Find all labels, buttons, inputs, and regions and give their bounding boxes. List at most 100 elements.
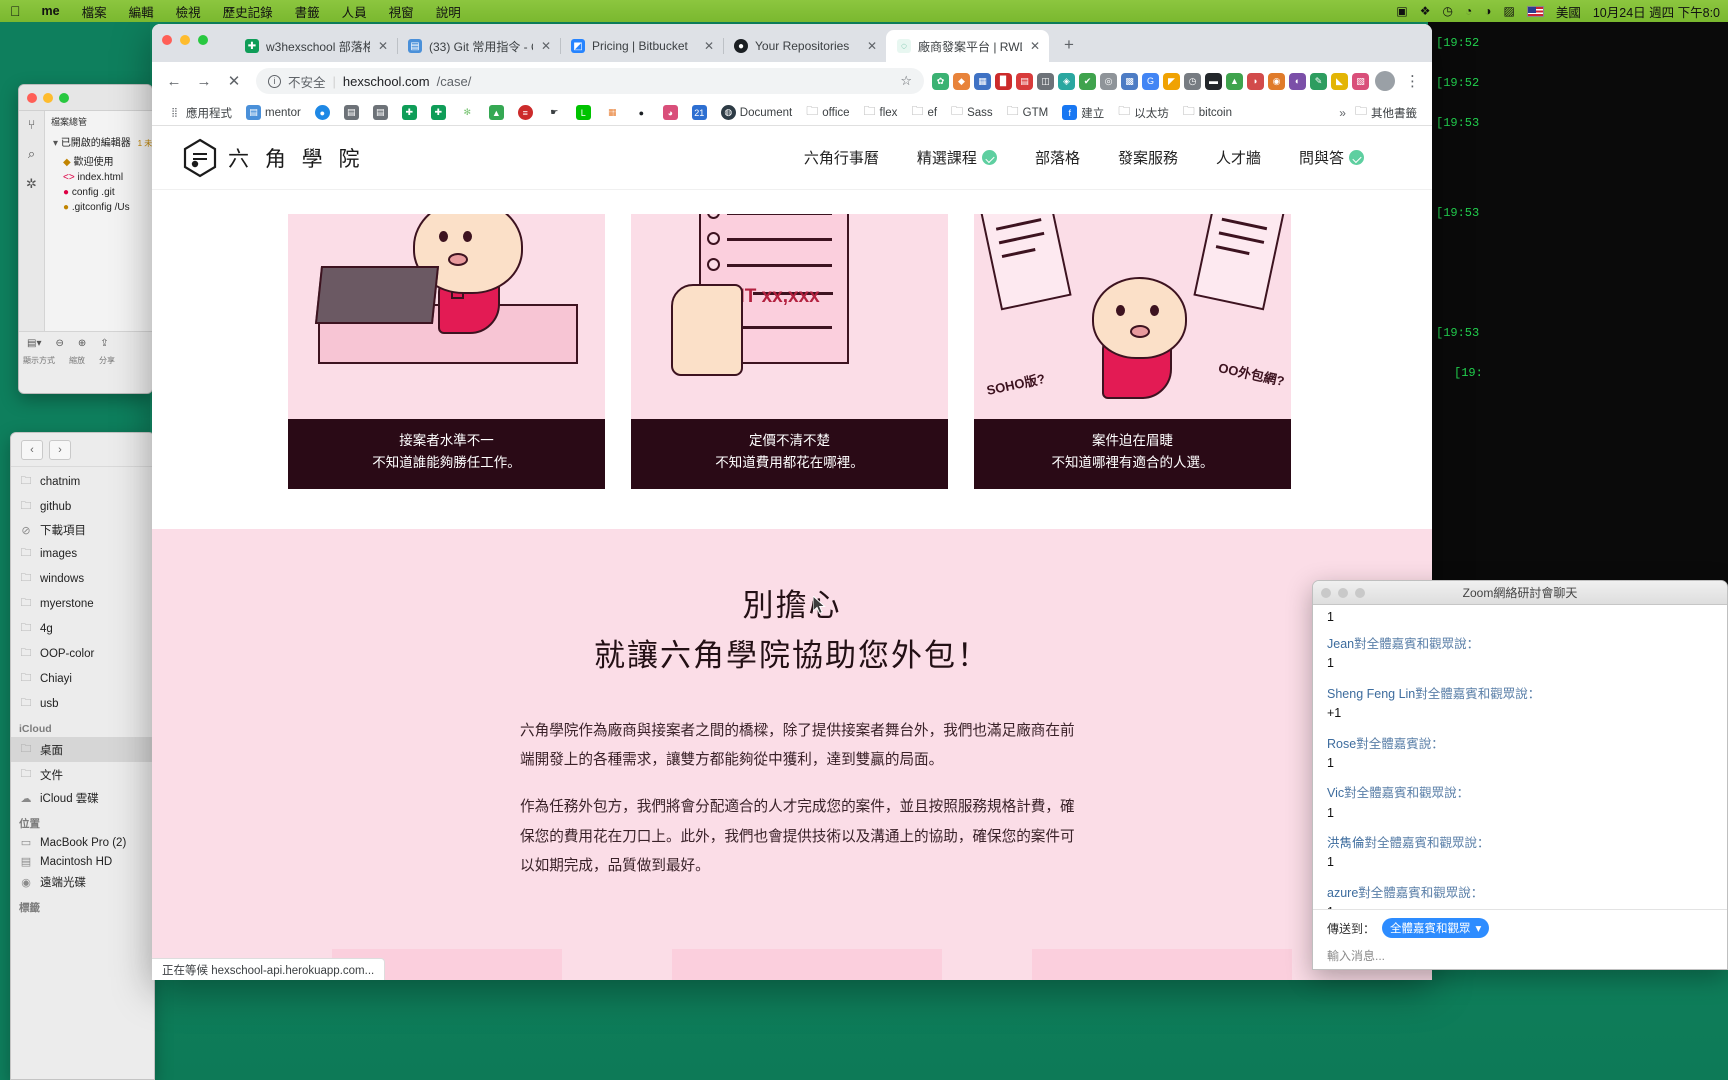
nav-item-calendar[interactable]: 六角行事曆 [804,147,879,168]
window-buttons[interactable] [162,35,208,45]
zoom-chat-footer[interactable]: 傳送到： 全體嘉賓和觀眾 ▾ 輸入消息... [1313,909,1727,969]
ext-leaf-icon[interactable]: ✔ [1079,72,1096,90]
view-mode-icon[interactable]: ▤▾ [27,338,41,349]
finder-item-documents[interactable]: 🗀 文件 [11,762,154,787]
explorer-file[interactable]: ◆ 歡迎使用 [45,151,152,170]
finder-item[interactable]: 🗀 images [11,541,154,566]
share-icon[interactable]: ⇪ [100,338,108,349]
ext-gray-icon[interactable]: ◫ [1037,72,1054,90]
editor-footer[interactable]: ▤▾ ⊖ ⊕ ⇪ 顯示方式 縮放 分享 [19,331,152,393]
bookmark-flex[interactable]: 🗀 flex [859,100,903,125]
menubar-item-file[interactable]: 檔案 [71,2,118,21]
ext-gtm-icon[interactable]: G [1142,72,1159,90]
browser-tab-4[interactable]: ● Your Repositories ✕ [723,30,887,62]
nav-item-qa[interactable]: 問與答 [1299,147,1364,168]
zoom-chat-window[interactable]: Zoom網絡研討會聊天 1 Jean對全體嘉賓和觀眾說： 1 Sheng Fen… [1312,580,1728,970]
tab-close-icon[interactable]: ✕ [540,39,552,53]
search-icon[interactable]: ⌕ [19,146,44,162]
ext-blue-icon[interactable]: ▦ [974,72,991,90]
bookmark-document[interactable]: ◍ Document [716,103,797,122]
zoom-out-icon[interactable]: ⊖ [55,338,63,349]
bookmark-messenger[interactable]: ● [310,103,335,122]
maximize-icon[interactable] [198,35,208,45]
ext-magnet-icon[interactable]: ◗ [1247,72,1264,90]
nav-item-courses[interactable]: 精選課程 [917,147,997,168]
bookmark-pinkbird[interactable]: ◕ [658,103,683,122]
browser-tab-5-active[interactable]: ◌ 廠商發案平台 | RWD 切版、API ✕ [886,30,1049,62]
close-icon[interactable] [27,92,37,103]
browser-tab-1[interactable]: ✚ w3hexschool 部落格團 - Googl ✕ [234,30,398,62]
ext-pen-icon[interactable]: ✎ [1310,72,1327,90]
bookmark-star-icon[interactable]: ☆ [900,73,912,89]
nav-item-talent-wall[interactable]: 人才牆 [1216,147,1261,168]
explorer-section[interactable]: ▾ 已開啟的編輯器 1 未儲 [45,132,152,151]
zoom-chat-messages[interactable]: 1 Jean對全體嘉賓和觀眾說： 1 Sheng Feng Lin對全體嘉賓和觀… [1313,605,1727,923]
finder-item[interactable]: 🗀 4g [11,616,154,641]
finder-item[interactable]: 🗀 Chiayi [11,666,154,691]
card-3[interactable]: SOHO版? OO外包網? 案件迫在眉睫 不知道哪裡有適合的人選。 [974,214,1291,489]
menubar-item-view[interactable]: 檢視 [165,2,212,21]
apple-icon[interactable]:  [10,3,21,19]
browser-tab-3[interactable]: ◩ Pricing | Bitbucket ✕ [560,30,724,62]
bookmark-sheets[interactable]: ✚ [397,103,422,122]
screen-share-icon[interactable]: ▣ [1396,4,1407,18]
time-machine-icon[interactable]: ◷ [1443,4,1453,18]
finder-item[interactable]: 🗀 myerstone [11,591,154,616]
minimize-icon[interactable] [43,92,53,103]
tab-strip[interactable]: ✚ w3hexschool 部落格團 - Googl ✕ ▤ (33) Git … [152,24,1432,62]
chrome-window[interactable]: ✚ w3hexschool 部落格團 - Googl ✕ ▤ (33) Git … [152,24,1432,980]
menubar-item-window[interactable]: 視窗 [378,2,425,21]
card-1[interactable]: 接案者水準不一 不知道誰能夠勝任工作。 [288,214,605,489]
bookmarks-overflow-icon[interactable]: » [1339,106,1346,120]
menubar-clock[interactable]: 10月24日 週四 下午8:0 [1593,2,1720,21]
flag-icon[interactable] [1526,5,1544,17]
finder-item-desktop[interactable]: 🗀 桌面 [11,737,154,762]
card-2[interactable]: NT xx,xxx 定價不清不楚 不知道費用都花在哪裡。 [631,214,948,489]
editor-window[interactable]: ⑂ ⌕ ✲ 檔案總管 ▾ 已開啟的編輯器 1 未儲 ◆ 歡迎使用 <> inde… [18,84,153,394]
bookmark-ethereum[interactable]: 🗀 以太坊 [1113,100,1174,125]
bookmark-pointer[interactable]: ☛ [542,103,567,122]
bookmark-gtm[interactable]: 🗀 GTM [1002,100,1054,125]
avatar[interactable] [1375,71,1395,91]
bookmark-mentor[interactable]: ▤ mentor [241,103,306,122]
ext-green-icon[interactable]: ✿ [932,72,949,90]
tab-close-icon[interactable]: ✕ [1029,39,1041,53]
bookmark-drive[interactable]: ▲ [484,103,509,122]
back-button[interactable]: ← [160,67,188,95]
forward-button[interactable]: › [49,439,71,460]
explorer-file[interactable]: <> index.html [45,170,152,185]
browser-toolbar[interactable]: ← → ✕ i 不安全 | hexschool.com/case/ ☆ ✿ ◆ … [152,62,1432,100]
source-control-icon[interactable]: ⑂ [19,117,44,132]
ext-teal-icon[interactable]: ◈ [1058,72,1075,90]
finder-item[interactable]: 🗀 windows [11,566,154,591]
explorer-file[interactable]: ● config .git [45,185,152,200]
finder-item[interactable]: 🗀 OOP-color [11,641,154,666]
bookmark-other[interactable]: 🗀 其他書籤 [1350,100,1422,125]
explorer-file[interactable]: ● .gitconfig /Us [45,200,152,215]
input-source-label[interactable]: 美國 [1556,2,1581,21]
menubar-item-history[interactable]: 歷史記錄 [212,2,284,21]
ext-clock-icon[interactable]: ◷ [1184,72,1201,90]
finder-item-macbook[interactable]: ▭ MacBook Pro (2) [11,833,154,852]
bookmark-star[interactable]: ✻ [455,103,480,122]
wifi-icon[interactable]: ◔ [1465,4,1472,18]
tab-close-icon[interactable]: ✕ [866,39,878,53]
finder-item[interactable]: 🗀 usb [11,691,154,716]
bookmarks-bar[interactable]: ⣿ 應用程式 ▤ mentor ● ▤ ▤ ✚ ✚ ✻ ▲ ≡ ☛ L ▦ ● ◕ … [152,100,1432,126]
back-button[interactable]: ‹ [21,439,43,460]
finder-navbar[interactable]: ‹ › [11,433,154,467]
finder-item[interactable]: 🗀 github [11,494,154,519]
bookmark-doc2[interactable]: ▤ [368,103,393,122]
minimize-icon[interactable] [180,35,190,45]
send-to-dropdown[interactable]: 全體嘉賓和觀眾 ▾ [1382,918,1490,938]
ext-pink-icon[interactable]: ▧ [1352,72,1369,90]
nav-item-blog[interactable]: 部落格 [1035,147,1080,168]
bookmark-facebook[interactable]: f 建立 [1057,103,1109,123]
cursor-icon[interactable]: ▨ [1504,4,1515,18]
bookmark-21[interactable]: 21 [687,103,712,122]
site-logo[interactable]: 六 角 學 院 [182,138,365,178]
bookmark-analytics[interactable]: ▦ [600,103,625,122]
close-icon[interactable] [162,35,172,45]
extensions-area[interactable]: ✿ ◆ ▦ ▉ ▤ ◫ ◈ ✔ ◎ ▩ G ◤ ◷ ▬ ▲ ◗ ◉ ◐ ✎ ◣ … [932,72,1369,90]
address-bar[interactable]: i 不安全 | hexschool.com/case/ ☆ [256,68,924,94]
